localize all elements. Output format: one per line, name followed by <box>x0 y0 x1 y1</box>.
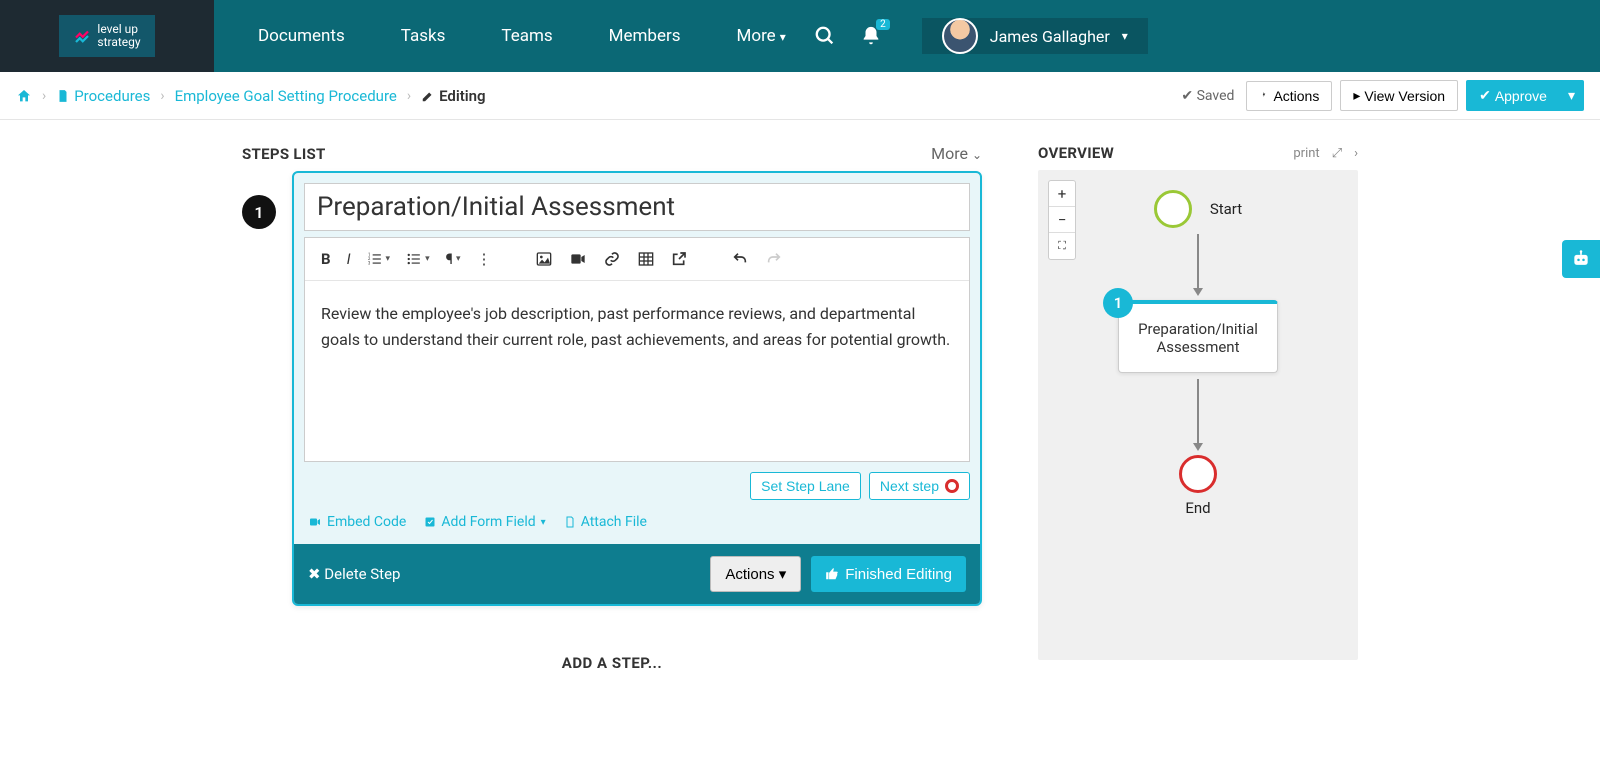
zoom-out-button[interactable]: − <box>1049 207 1075 233</box>
end-label: End <box>1185 499 1210 517</box>
procedure-node-number: 1 <box>1103 288 1133 318</box>
undo-icon[interactable] <box>725 247 755 271</box>
logo-area: level upstrategy <box>0 0 214 72</box>
step-body-editor[interactable]: Review the employee's job description, p… <box>305 281 969 461</box>
search-icon[interactable] <box>814 25 836 47</box>
view-version-button[interactable]: ▸ View Version <box>1340 80 1458 111</box>
embed-code-link[interactable]: Embed Code <box>308 514 406 530</box>
external-link-icon[interactable] <box>665 247 693 271</box>
actions-button[interactable]: Actions <box>1246 81 1332 111</box>
add-step-button[interactable]: ADD A STEP... <box>242 654 982 672</box>
table-icon[interactable] <box>631 247 661 271</box>
chevron-right-icon: › <box>42 88 46 104</box>
overview-canvas[interactable]: + − ⛶ Start 1 Preparation/Initial Assess… <box>1038 170 1358 660</box>
redo-icon[interactable] <box>759 247 789 271</box>
logo-text: level upstrategy <box>97 23 140 49</box>
video-icon[interactable] <box>563 247 593 271</box>
ordered-list-icon[interactable]: 123 <box>361 248 397 270</box>
overview-title: OVERVIEW <box>1038 144 1281 162</box>
notifications-icon[interactable]: 2 <box>860 25 882 47</box>
nav-more[interactable]: More▾ <box>709 26 814 46</box>
set-step-lane-button[interactable]: Set Step Lane <box>750 472 861 500</box>
arrow-icon <box>1197 379 1199 449</box>
step-title-input[interactable] <box>304 183 970 231</box>
breadcrumb-doc[interactable]: Employee Goal Setting Procedure <box>175 87 397 105</box>
italic-icon[interactable]: I <box>341 246 357 272</box>
editor-toolbar: B I 123 ¶ ⋮ <box>305 238 969 281</box>
notif-badge: 2 <box>876 19 890 30</box>
breadcrumb-editing: Editing <box>421 87 486 105</box>
approve-dropdown[interactable]: ▾ <box>1560 80 1584 111</box>
svg-text:3: 3 <box>368 260 371 265</box>
saved-status: ✔ Saved <box>1181 88 1234 104</box>
user-name: James Gallagher <box>990 27 1110 46</box>
procedure-node-title: Preparation/Initial Assessment <box>1138 320 1258 356</box>
nav-teams[interactable]: Teams <box>473 26 580 46</box>
more-tools-icon[interactable]: ⋮ <box>470 246 497 272</box>
end-node[interactable] <box>1179 455 1217 493</box>
step-card: B I 123 ¶ ⋮ <box>292 171 982 606</box>
expand-icon[interactable]: ⤢ <box>1332 146 1342 161</box>
steps-list-title: STEPS LIST <box>242 145 326 163</box>
breadcrumb: › Procedures › Employee Goal Setting Pro… <box>16 87 486 105</box>
nav-members[interactable]: Members <box>581 26 709 46</box>
user-menu[interactable]: James Gallagher ▾ <box>922 18 1148 54</box>
approve-button[interactable]: ✔ Approve <box>1466 80 1560 111</box>
bullet-list-icon[interactable] <box>400 248 436 270</box>
avatar <box>942 18 978 54</box>
next-step-button[interactable]: Next step <box>869 472 970 500</box>
steps-more[interactable]: More ⌄ <box>931 144 982 163</box>
breadcrumb-bar: › Procedures › Employee Goal Setting Pro… <box>0 72 1600 120</box>
arrow-icon <box>1197 234 1199 294</box>
logo-icon <box>73 27 91 45</box>
fullscreen-button[interactable]: ⛶ <box>1049 233 1075 259</box>
main-nav: Documents Tasks Teams Members More▾ 2 Ja… <box>214 0 1600 72</box>
procedure-node[interactable]: 1 Preparation/Initial Assessment <box>1118 300 1278 373</box>
zoom-in-button[interactable]: + <box>1049 181 1075 207</box>
home-icon[interactable] <box>16 88 32 104</box>
start-label: Start <box>1210 200 1242 218</box>
collapse-icon[interactable]: › <box>1354 146 1358 161</box>
top-bar: level upstrategy Documents Tasks Teams M… <box>0 0 1600 72</box>
chevron-right-icon: › <box>160 88 164 104</box>
delete-step-button[interactable]: ✖ Delete Step <box>308 565 400 583</box>
step-actions-button[interactable]: Actions ▾ <box>710 556 801 592</box>
bold-icon[interactable]: B <box>315 246 337 272</box>
assistant-icon[interactable] <box>1562 240 1600 278</box>
add-form-field-link[interactable]: Add Form Field▾ <box>424 514 545 530</box>
step-number: 1 <box>242 195 276 229</box>
chevron-right-icon: › <box>407 88 411 104</box>
ring-icon <box>945 479 959 493</box>
logo[interactable]: level upstrategy <box>59 15 154 57</box>
finished-editing-button[interactable]: Finished Editing <box>811 556 966 592</box>
breadcrumb-procedures[interactable]: Procedures <box>56 87 150 105</box>
image-icon[interactable] <box>529 247 559 271</box>
nav-documents[interactable]: Documents <box>230 26 373 46</box>
print-link[interactable]: print <box>1293 146 1319 161</box>
approve-group: ✔ Approve ▾ <box>1466 80 1584 111</box>
zoom-controls: + − ⛶ <box>1048 180 1076 260</box>
start-node[interactable] <box>1154 190 1192 228</box>
link-icon[interactable] <box>597 247 627 271</box>
chevron-down-icon: ▾ <box>1122 29 1128 43</box>
paragraph-icon[interactable]: ¶ <box>440 246 467 272</box>
nav-tasks[interactable]: Tasks <box>373 26 474 46</box>
attach-file-link[interactable]: Attach File <box>564 514 647 530</box>
